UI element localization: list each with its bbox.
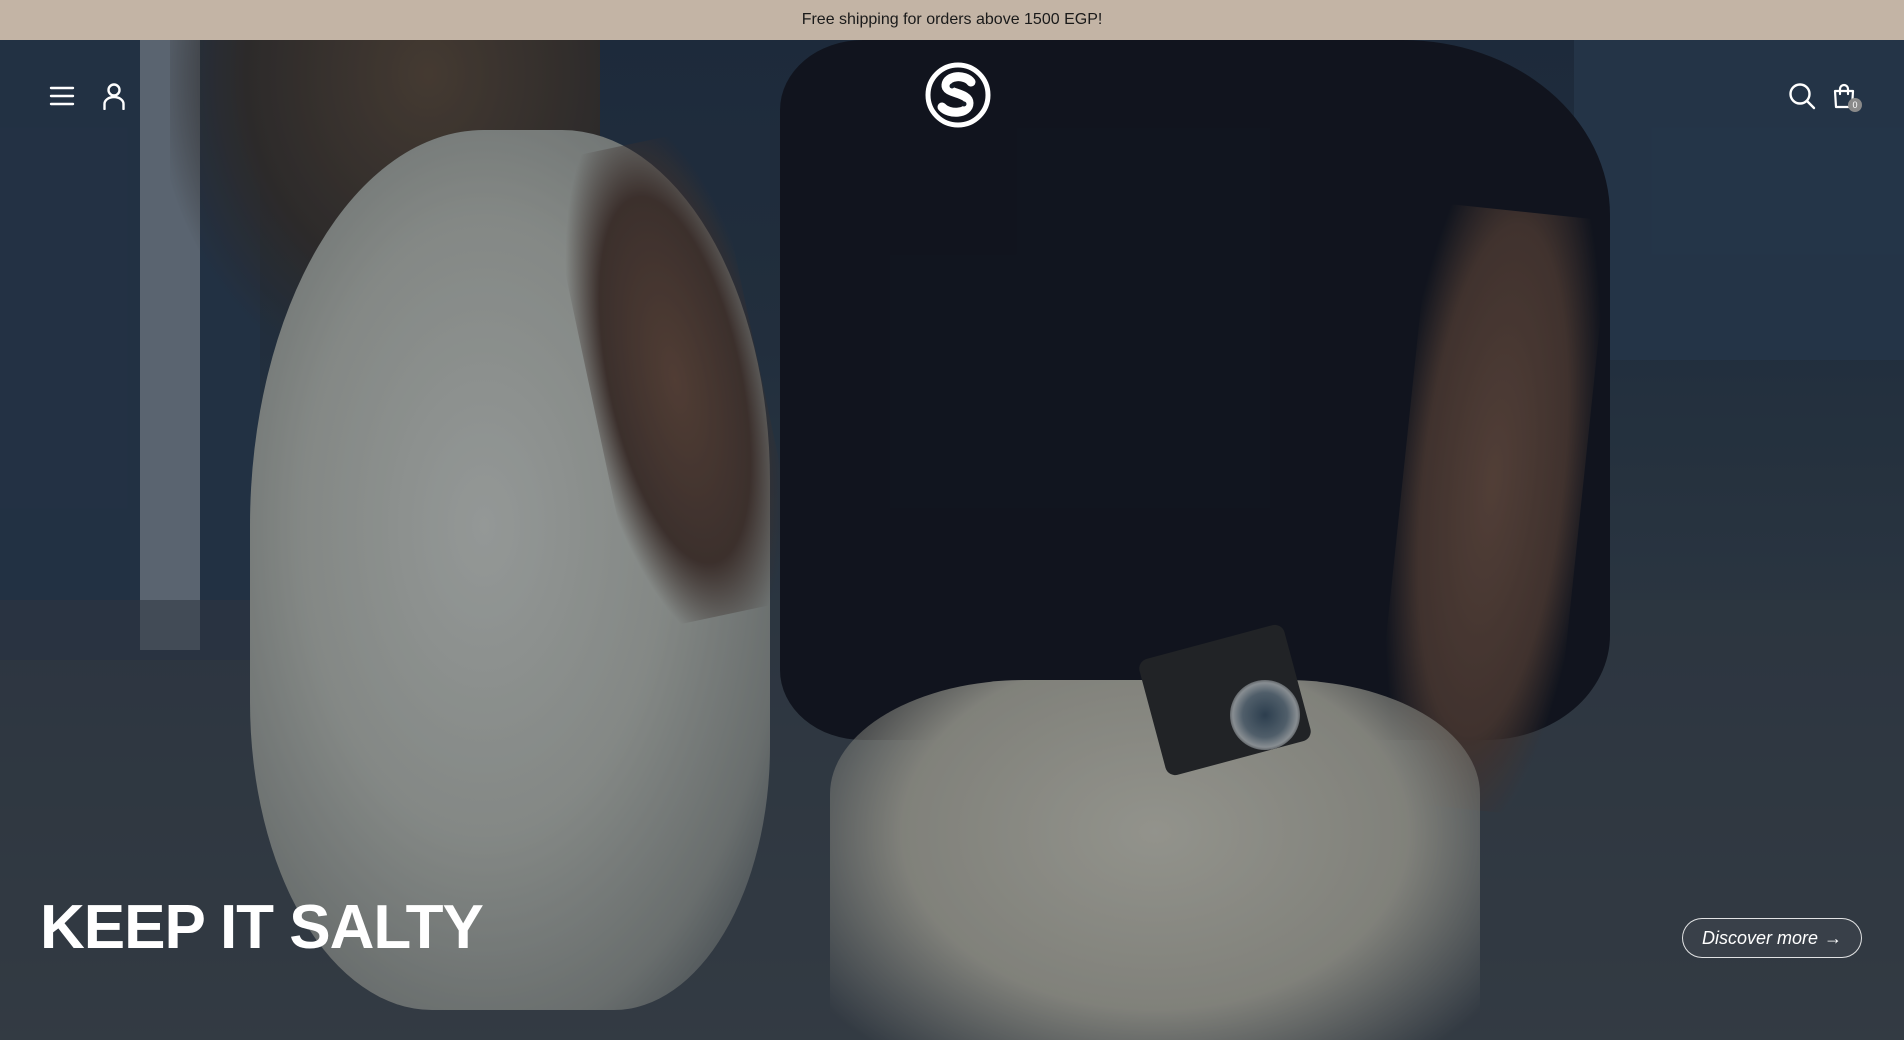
hero-banner bbox=[0, 40, 1904, 1040]
arrow-right-icon: → bbox=[1824, 927, 1843, 948]
cart-count-badge: 0 bbox=[1848, 98, 1862, 112]
site-header: 0 bbox=[0, 40, 1904, 152]
announcement-bar: Free shipping for orders above 1500 EGP! bbox=[0, 0, 1904, 40]
account-button[interactable] bbox=[94, 76, 134, 116]
search-icon bbox=[1789, 83, 1816, 110]
salty-s-logo-icon bbox=[925, 62, 991, 128]
menu-button[interactable] bbox=[42, 76, 82, 116]
cart-button[interactable]: 0 bbox=[1824, 76, 1864, 116]
discover-more-label: Discover more bbox=[1701, 927, 1819, 948]
hamburger-menu-icon bbox=[49, 86, 75, 106]
search-button[interactable] bbox=[1782, 76, 1822, 116]
hero-dark-overlay bbox=[0, 40, 1904, 1040]
hero-title: KEEP IT SALTY bbox=[40, 893, 484, 962]
discover-more-button[interactable]: Discover more → bbox=[1682, 918, 1862, 958]
announcement-text: Free shipping for orders above 1500 EGP! bbox=[801, 11, 1103, 28]
site-logo[interactable] bbox=[925, 62, 991, 128]
user-account-icon bbox=[103, 83, 125, 110]
